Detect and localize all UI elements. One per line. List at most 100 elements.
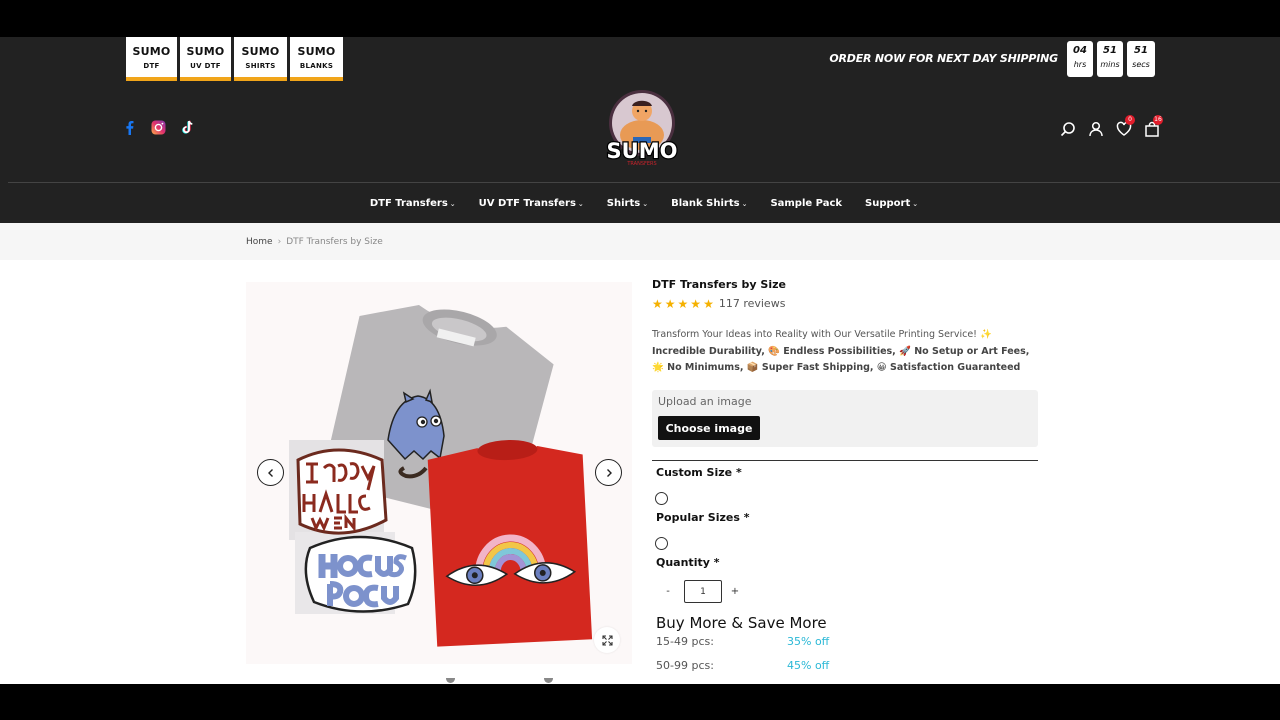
nav-item-label: UV DTF Transfers: [478, 197, 576, 209]
brand-tab-title: SUMO: [186, 45, 225, 58]
brand-tab-sub: SHIRTS: [245, 62, 276, 70]
chevron-down-icon: ⌄: [912, 199, 919, 208]
brand-tab-uv-dtf[interactable]: SUMO UV DTF: [180, 37, 231, 81]
video-letterbox-bottom: [0, 684, 1280, 720]
nav-item-sample-pack[interactable]: Sample Pack: [770, 198, 842, 209]
star-icon: ★: [677, 296, 689, 311]
quantity-increase-button[interactable]: +: [729, 586, 741, 597]
product-title: DTF Transfers by Size: [652, 278, 786, 291]
wishlist-count-badge: 0: [1125, 115, 1135, 125]
nav-item-blank-shirts[interactable]: Blank Shirts ⌄: [671, 198, 747, 209]
star-icon: ★: [690, 296, 702, 311]
custom-size-radio[interactable]: [655, 492, 668, 505]
cart-icon[interactable]: 16: [1144, 115, 1163, 137]
logo-text: SUMO: [607, 139, 678, 163]
chevron-right-icon: ›: [277, 237, 282, 247]
breadcrumb-home[interactable]: Home: [246, 237, 273, 247]
description-highlights: Incredible Durability, 🎨 Endless Possibi…: [652, 345, 1030, 374]
brand-tab-sub: DTF: [143, 62, 160, 70]
timer-hours: 04 hrs: [1067, 41, 1093, 77]
bulk-discount: 35% off: [787, 635, 830, 648]
star-icon: ★: [703, 296, 714, 311]
main-nav: DTF Transfers ⌄ UV DTF Transfers ⌄ Shirts ⌄…: [0, 183, 1280, 223]
logo-subtext: TRANSFERS: [626, 161, 656, 167]
nav-item-shirts[interactable]: Shirts ⌄: [607, 198, 648, 209]
brand-tab-dtf[interactable]: SUMO DTF: [126, 37, 177, 81]
star-icon: ★: [664, 296, 676, 311]
wishlist-icon[interactable]: 0: [1116, 115, 1135, 137]
timer-unit: hrs: [1073, 60, 1087, 69]
nav-item-uv-dtf-transfers[interactable]: UV DTF Transfers ⌄: [479, 198, 584, 209]
brand-tab-title: SUMO: [132, 45, 171, 58]
product-description: Transform Your Ideas into Reality with O…: [652, 327, 1040, 377]
description-text: Transform Your Ideas into Reality with O…: [652, 329, 992, 340]
gallery-next-button[interactable]: [595, 459, 622, 486]
brand-tab-blanks[interactable]: SUMO BLANKS: [290, 37, 343, 81]
popular-sizes-label: Popular Sizes *: [656, 511, 750, 524]
countdown-timer: 04 hrs 51 mins 51 secs: [1067, 41, 1155, 77]
instagram-icon[interactable]: [150, 119, 166, 135]
facebook-icon[interactable]: [121, 119, 137, 135]
nav-item-label: Shirts: [606, 197, 641, 209]
options-divider: [652, 460, 1038, 461]
thumbnail-indicator[interactable]: [446, 678, 455, 683]
bulk-discount-title: Buy More & Save More: [656, 614, 827, 632]
choose-image-button[interactable]: Choose image: [658, 416, 760, 440]
bulk-discount-row: 15-49 pcs: 35% off: [656, 635, 836, 648]
popular-sizes-radio[interactable]: [655, 537, 668, 550]
social-links: [121, 119, 195, 135]
shipping-promo-text: ORDER NOW FOR NEXT DAY SHIPPING: [829, 52, 1058, 65]
chevron-down-icon: ⌄: [449, 199, 456, 208]
timer-value: 51: [1103, 45, 1117, 56]
video-letterbox-top: [0, 0, 1280, 37]
quantity-input[interactable]: 1: [684, 580, 722, 603]
brand-tabs: SUMO DTF SUMO UV DTF SUMO SHIRTS SUMO BL…: [126, 37, 343, 81]
brand-tab-shirts[interactable]: SUMO SHIRTS: [234, 37, 287, 81]
nav-item-label: Sample Pack: [770, 197, 843, 209]
search-icon[interactable]: [1060, 121, 1076, 137]
nav-item-label: Blank Shirts: [671, 197, 740, 209]
timer-unit: mins: [1100, 60, 1120, 69]
chevron-down-icon: ⌄: [642, 199, 649, 208]
site-header: SUMO DTF SUMO UV DTF SUMO SHIRTS SUMO BL…: [0, 37, 1280, 223]
account-icon[interactable]: [1088, 121, 1104, 137]
chevron-down-icon: ⌄: [577, 199, 584, 208]
brand-tab-sub: BLANKS: [299, 62, 334, 70]
product-rating[interactable]: ★ ★ ★ ★ ★ 117 reviews: [652, 297, 785, 310]
gallery-prev-button[interactable]: [257, 459, 284, 486]
chevron-left-icon: [267, 468, 273, 477]
cart-count-badge: 16: [1153, 115, 1163, 125]
breadcrumb-current: DTF Transfers by Size: [286, 237, 383, 247]
tiktok-icon[interactable]: [179, 119, 195, 135]
bulk-range: 50-99 pcs:: [656, 659, 714, 672]
chevron-down-icon: ⌄: [741, 199, 748, 208]
review-count: 117 reviews: [718, 297, 786, 310]
thumbnail-indicator[interactable]: [544, 678, 553, 683]
timer-value: 04: [1073, 45, 1087, 56]
brand-tab-title: SUMO: [241, 45, 280, 58]
bulk-range: 15-49 pcs:: [656, 635, 714, 648]
nav-item-support[interactable]: Support ⌄: [865, 198, 918, 209]
product-page: DTF Transfers by Size ★ ★ ★ ★ ★ 117 revi…: [0, 260, 1280, 684]
bulk-discount-row: 50-99 pcs: 45% off: [656, 659, 836, 672]
product-image: [289, 304, 593, 647]
bulk-discount: 45% off: [787, 659, 830, 672]
chevron-right-icon: [606, 468, 612, 477]
quantity-decrease-button[interactable]: -: [662, 586, 674, 597]
breadcrumb-bar: Home › DTF Transfers by Size: [0, 223, 1280, 260]
sumo-logo[interactable]: SUMO TRANSFERS: [603, 89, 681, 169]
brand-tab-sub: UV DTF: [190, 62, 221, 70]
custom-size-label: Custom Size *: [656, 466, 742, 479]
breadcrumb: Home › DTF Transfers by Size: [246, 237, 383, 247]
timer-unit: secs: [1132, 60, 1150, 69]
quantity-label: Quantity *: [656, 556, 720, 569]
nav-item-label: Support: [865, 197, 911, 209]
expand-icon[interactable]: [594, 627, 620, 653]
timer-seconds: 51 secs: [1127, 41, 1155, 77]
quantity-stepper: - 1 +: [662, 580, 741, 603]
nav-item-dtf-transfers[interactable]: DTF Transfers ⌄: [370, 198, 456, 209]
brand-tab-title: SUMO: [297, 45, 336, 58]
nav-item-label: DTF Transfers: [369, 197, 448, 209]
timer-minutes: 51 mins: [1097, 41, 1123, 77]
image-upload-field: Upload an image Choose image: [652, 390, 1038, 447]
